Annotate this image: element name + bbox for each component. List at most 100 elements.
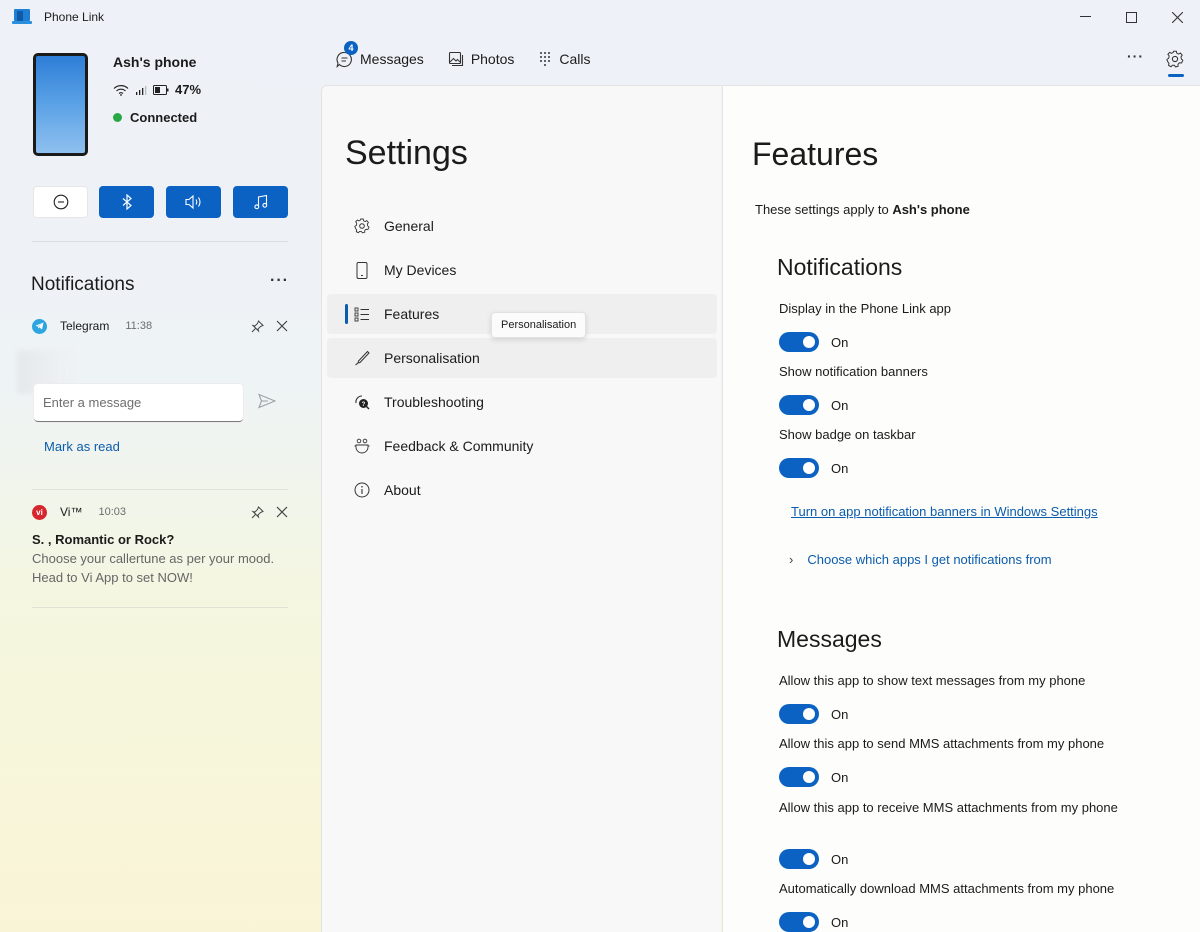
settings-active-indicator [1168,74,1184,77]
notification-header: Telegram 11:38 [32,316,288,336]
phone-icon [353,261,371,279]
features-content-pane: Features These settings apply to Ash's p… [722,85,1200,932]
toggle-state: On [831,397,849,413]
maximize-button[interactable] [1108,0,1154,34]
setting-toggle-receive-mms[interactable]: On [779,849,848,869]
toggle-switch[interactable] [779,704,819,724]
applies-device-name: Ash's phone [892,202,970,217]
close-button[interactable] [1154,0,1200,34]
setting-label: Show notification banners [779,364,928,379]
bluetooth-button[interactable] [99,186,154,218]
pin-icon[interactable] [251,319,264,333]
setting-toggle-auto-download-mms[interactable]: On [779,912,848,932]
signal-icon [136,85,147,95]
minimize-icon [1079,16,1091,17]
tab-messages[interactable]: 4 Messages [336,40,424,68]
pin-icon[interactable] [251,505,264,519]
settings-menu-troubleshooting[interactable]: ? Troubleshooting [327,382,717,422]
choose-apps-expander[interactable]: › Choose which apps I get notifications … [789,552,1052,567]
menu-label: General [384,218,434,234]
gear-icon [353,217,371,235]
settings-gear-icon[interactable] [1166,50,1184,68]
toggle-switch[interactable] [779,912,819,932]
setting-label: Show badge on taskbar [779,427,916,442]
notifications-heading: Notifications [31,274,135,295]
device-status-row: 47% [113,82,201,97]
svg-text:?: ? [362,402,366,408]
dismiss-icon[interactable] [276,506,288,518]
toggle-switch[interactable] [779,395,819,415]
menu-label: Features [384,306,440,322]
toggle-switch[interactable] [779,332,819,352]
menu-label: My Devices [384,262,457,278]
notification-card-vi[interactable]: vi Vi™ 10:03 S. , Romantic or Rock? Choo… [32,502,288,592]
title-bar: Phone Link [0,0,1200,34]
setting-toggle-notification-banners[interactable]: On [779,395,848,415]
setting-toggle-send-mms[interactable]: On [779,767,848,787]
wifi-icon [113,84,129,96]
notifications-more-button[interactable]: ··· [270,272,289,290]
do-not-disturb-button[interactable] [33,186,88,218]
device-pane: Ash's phone 47% Connected Notifications … [0,34,320,932]
settings-menu-about[interactable]: About [327,470,717,510]
setting-label: Allow this app to receive MMS attachment… [779,800,1118,815]
toggle-state: On [831,706,849,722]
menu-label: Feedback & Community [384,438,534,454]
notification-card-telegram[interactable]: Telegram 11:38 Enter a message Mark as r… [17,316,288,466]
vi-app-icon: vi [32,504,47,520]
settings-menu-general[interactable]: General [327,206,717,246]
toggle-state: On [831,851,849,867]
bluetooth-icon [122,194,132,210]
applies-to-text: These settings apply to Ash's phone [755,202,970,217]
telegram-icon [32,318,47,334]
notification-time: 10:03 [98,506,126,518]
notification-header: vi Vi™ 10:03 [32,502,288,522]
features-title: Features [752,136,879,172]
close-icon [1171,11,1183,23]
more-options-button[interactable]: ··· [1127,48,1144,64]
battery-icon [153,84,169,95]
tab-calls[interactable]: Calls [538,51,591,67]
toggle-switch[interactable] [779,767,819,787]
setting-toggle-taskbar-badge[interactable]: On [779,458,848,478]
toggle-switch[interactable] [779,849,819,869]
section-title-messages: Messages [777,626,882,652]
info-icon [353,481,371,499]
toggle-state: On [831,914,849,930]
selected-indicator [345,304,348,324]
brush-icon [353,349,371,367]
settings-menu-feedback-community[interactable]: Feedback & Community [327,426,717,466]
battery-level: 47% [175,82,202,97]
reply-message-input[interactable]: Enter a message [34,384,243,422]
minimize-button[interactable] [1062,0,1108,34]
settings-nav-pane: Settings General My Devices Features Per… [321,85,721,932]
reply-input-placeholder: Enter a message [43,395,142,410]
notification-divider [32,607,288,608]
minus-circle-icon [53,194,68,210]
audio-button[interactable] [166,186,221,218]
mark-as-read-link[interactable]: Mark as read [44,439,120,454]
connection-label: Connected [130,110,198,125]
settings-title: Settings [345,134,468,172]
maximize-icon [1125,11,1137,23]
settings-menu-my-devices[interactable]: My Devices [327,250,717,290]
menu-label: Personalisation [384,350,480,366]
notification-subject: S. , Romantic or Rock? [32,532,175,547]
list-icon [353,305,371,323]
tab-photos[interactable]: Photos [448,51,515,67]
tab-label: Photos [470,51,515,67]
setting-toggle-display-in-app[interactable]: On [779,332,848,352]
connection-status: Connected [113,110,197,125]
send-icon[interactable] [258,393,276,409]
toggle-switch[interactable] [779,458,819,478]
windows-settings-link[interactable]: Turn on app notification banners in Wind… [791,504,1098,519]
notification-actions [251,319,288,333]
speaker-icon [184,194,201,210]
media-button[interactable] [233,186,288,218]
expander-label: Choose which apps I get notifications fr… [807,552,1052,567]
settings-menu-personalisation[interactable]: Personalisation [327,338,717,378]
dismiss-icon[interactable] [276,320,288,332]
setting-toggle-show-texts[interactable]: On [779,704,848,724]
app-title: Phone Link [44,10,105,24]
music-icon [253,194,267,210]
